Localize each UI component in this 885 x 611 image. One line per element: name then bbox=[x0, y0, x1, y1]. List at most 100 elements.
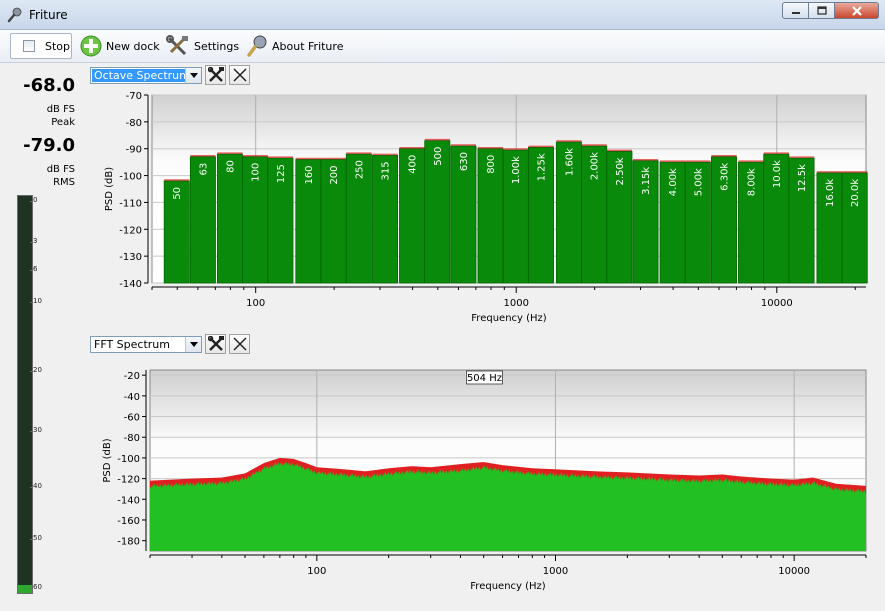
peak-value: -68.0 bbox=[23, 75, 75, 96]
fft-x-tick-label: 100 bbox=[307, 566, 326, 577]
rms-unit-block: dB FS RMS bbox=[47, 163, 75, 189]
octave-bar bbox=[189, 156, 216, 284]
octave-bar bbox=[606, 150, 633, 284]
new-dock-button[interactable]: New dock bbox=[80, 33, 160, 59]
rms-unit: dB FS bbox=[46, 164, 75, 175]
window-title: Friture bbox=[29, 8, 68, 22]
tools-icon bbox=[207, 67, 224, 82]
close-window-button[interactable] bbox=[835, 2, 879, 19]
stop-checkbox[interactable] bbox=[23, 40, 35, 52]
fft-spectrum-chart: 504 Hz -20 -40 -60 -80 -100 -120 -140 -160 -180 PS… bbox=[102, 369, 867, 592]
settings-label: Settings bbox=[194, 39, 240, 53]
fft-annotation-label: 504 Hz bbox=[467, 373, 502, 384]
settings-button[interactable]: Settings bbox=[166, 33, 239, 59]
octave-close-button[interactable] bbox=[229, 65, 250, 85]
octave-bar-label: 1.25k bbox=[536, 153, 547, 181]
meter-tick-label: 10 bbox=[30, 296, 42, 305]
microphone-icon bbox=[7, 7, 22, 23]
octave-y-tick-label: -70 bbox=[126, 91, 142, 102]
octave-y-tick-label: -110 bbox=[119, 198, 142, 209]
octave-bar-label: 2.00k bbox=[590, 152, 601, 180]
stop-label: Stop bbox=[45, 39, 71, 53]
meter-tick-label: 0 bbox=[29, 196, 38, 204]
chevron-down-icon bbox=[185, 337, 201, 352]
octave-bar bbox=[267, 157, 294, 284]
octave-x-axis-title: Frequency (Hz) bbox=[471, 313, 547, 324]
octave-bar-label: 2.50k bbox=[615, 157, 626, 185]
octave-bar bbox=[659, 161, 686, 284]
octave-bar-label: 125 bbox=[276, 164, 287, 183]
rms-value: -79.0 bbox=[23, 135, 75, 156]
octave-bar bbox=[345, 153, 372, 284]
fft-spectrum-selector[interactable]: FFT Spectrum bbox=[90, 336, 202, 353]
octave-y-tick-label: -100 bbox=[119, 172, 142, 183]
stop-button[interactable]: Stop bbox=[10, 33, 72, 59]
window-controls bbox=[782, 2, 879, 19]
fft-settings-button[interactable] bbox=[205, 334, 226, 354]
octave-bar-label: 100 bbox=[251, 163, 262, 182]
fft-y-tick-label: -140 bbox=[117, 495, 140, 506]
meter-tick-label: 6 bbox=[29, 264, 38, 273]
octave-bar-label: 800 bbox=[486, 155, 497, 174]
title-bar: Friture bbox=[0, 0, 885, 30]
tools-icon bbox=[166, 35, 188, 56]
octave-bar bbox=[450, 145, 477, 284]
octave-spectrum-selector-value: Octave Spectrum bbox=[92, 69, 192, 82]
fft-annotation-box bbox=[466, 370, 503, 385]
octave-bar bbox=[424, 140, 451, 284]
microphone-icon bbox=[247, 35, 267, 57]
maximize-button[interactable] bbox=[809, 2, 835, 19]
meter-tick-label: 50 bbox=[30, 533, 42, 542]
about-label: About Friture bbox=[272, 39, 344, 53]
octave-bar bbox=[242, 156, 269, 284]
octave-bar-label: 63 bbox=[198, 163, 209, 176]
fft-close-button[interactable] bbox=[229, 334, 250, 354]
octave-bar bbox=[738, 161, 765, 284]
about-button[interactable]: About Friture bbox=[246, 33, 343, 59]
fft-y-tick-label: -20 bbox=[124, 371, 140, 382]
octave-bar bbox=[788, 157, 815, 284]
octave-bar bbox=[763, 153, 790, 284]
octave-bar-label: 1.00k bbox=[511, 156, 522, 184]
octave-bar-label: 10.0k bbox=[772, 160, 783, 188]
fft-y-tick-label: -60 bbox=[124, 413, 140, 424]
octave-bar-label: 630 bbox=[459, 152, 470, 171]
octave-bar bbox=[528, 146, 554, 284]
add-icon bbox=[80, 35, 102, 57]
octave-bar-label: 6.30k bbox=[720, 163, 731, 191]
octave-spectrum-selector[interactable]: Octave Spectrum bbox=[90, 67, 202, 84]
rms-label: RMS bbox=[53, 177, 75, 188]
octave-bar-label: 4.00k bbox=[668, 168, 679, 196]
octave-bar-label: 80 bbox=[225, 160, 236, 173]
octave-bar-label: 315 bbox=[381, 161, 392, 180]
octave-y-axis-title: PSD (dB) bbox=[104, 167, 115, 211]
level-panel: -68.0 dB FS Peak -79.0 dB FS RMS bbox=[0, 63, 85, 611]
minimize-button[interactable] bbox=[782, 2, 809, 19]
octave-bar-label: 12.5k bbox=[797, 164, 808, 192]
main-toolbar: Stop New dock Settings About Friture bbox=[0, 30, 885, 63]
octave-bar bbox=[216, 153, 243, 284]
octave-bar-label: 3.15k bbox=[641, 167, 652, 195]
octave-x-tick-label: 100 bbox=[246, 298, 265, 309]
minimize-icon bbox=[791, 11, 800, 14]
octave-bar bbox=[632, 160, 659, 284]
fft-x-axis-title: Frequency (Hz) bbox=[470, 581, 546, 592]
octave-bar bbox=[841, 172, 868, 284]
octave-bar bbox=[372, 155, 398, 284]
fft-y-axis-title: PSD (dB) bbox=[102, 438, 113, 482]
octave-bar bbox=[502, 149, 529, 284]
fft-y-tick-label: -160 bbox=[117, 516, 140, 527]
fft-y-tick-label: -100 bbox=[117, 454, 140, 465]
meter-tick-label: 40 bbox=[30, 481, 42, 490]
meter-tick-label: 60 bbox=[30, 583, 42, 591]
octave-y-tick-label: -80 bbox=[126, 118, 142, 129]
octave-bar-label: 20.0k bbox=[850, 179, 861, 207]
octave-bar bbox=[163, 180, 190, 284]
octave-bar bbox=[320, 159, 347, 284]
fft-y-tick-label: -80 bbox=[124, 433, 140, 444]
octave-plot-area bbox=[151, 94, 867, 284]
octave-settings-button[interactable] bbox=[205, 65, 226, 85]
fft-spectrum-area bbox=[150, 461, 866, 551]
octave-bar-label: 200 bbox=[329, 165, 340, 184]
octave-y-tick-label: -130 bbox=[119, 252, 142, 263]
